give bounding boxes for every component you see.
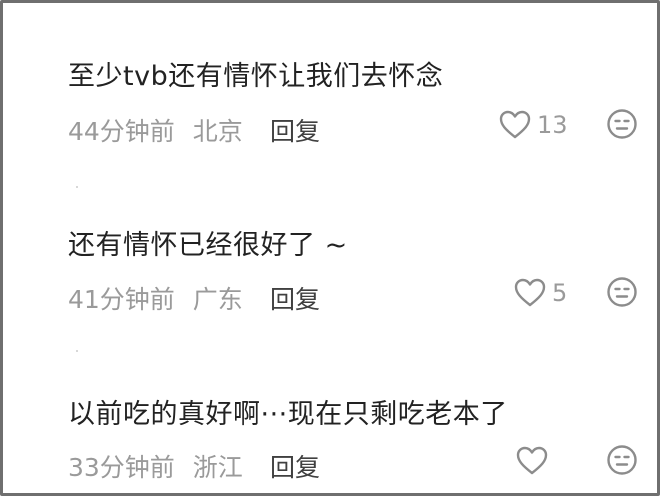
comment-meta: 41分钟前 广东 [68, 280, 265, 316]
like-button[interactable]: 5 [514, 278, 567, 308]
comment-text: 还有情怀已经很好了 ~ [68, 230, 348, 261]
dislike-button[interactable] [606, 444, 638, 476]
comment-location: 浙江 [192, 453, 243, 482]
heart-outline-icon [514, 278, 546, 308]
meh-face-icon [606, 276, 638, 308]
like-button[interactable] [516, 446, 554, 476]
comment-item: 以前吃的真好啊···现在只剩吃老本了 33分钟前 浙江 回复 [0, 0, 660, 482]
separator-dot [76, 350, 78, 352]
like-count: 5 [552, 279, 568, 307]
reply-button[interactable]: 回复 [270, 448, 320, 484]
reply-button[interactable]: 回复 [270, 280, 320, 316]
comment-text: 以前吃的真好啊···现在只剩吃老本了 [68, 399, 508, 430]
heart-outline-icon [516, 446, 548, 476]
meh-face-icon [606, 444, 638, 476]
comment-location: 广东 [192, 285, 243, 314]
dislike-button[interactable] [606, 276, 638, 308]
separator-dot [76, 186, 78, 188]
comment-time: 33分钟前 [68, 453, 175, 482]
comment-meta: 33分钟前 浙江 [68, 448, 265, 484]
comment-time: 41分钟前 [68, 285, 175, 314]
